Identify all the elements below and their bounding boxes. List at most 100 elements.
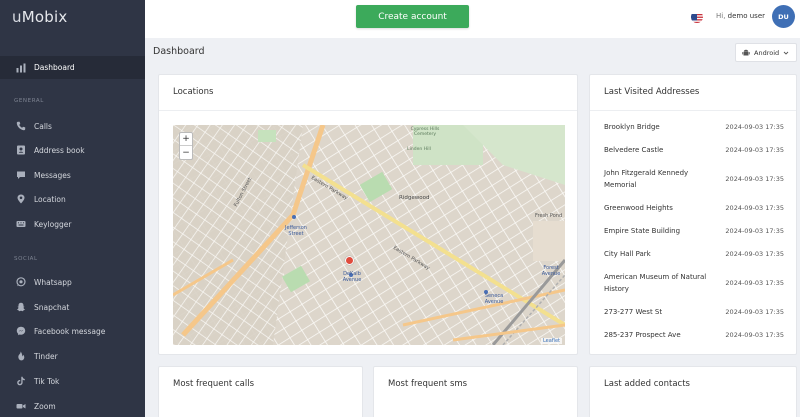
map-label-ridgewood: Ridgewood (399, 195, 430, 201)
map-attribution-link[interactable]: Leaflet (540, 338, 562, 344)
android-icon (742, 49, 750, 57)
sidebar-item-dashboard[interactable]: Dashboard (0, 56, 145, 79)
map-label-jefferson: Jefferson Street (285, 225, 307, 237)
address-name: Greenwood Heights (604, 204, 673, 212)
frequent-calls-card: Most frequent calls (158, 366, 363, 417)
map-label-dekalb: DeKalb Avenue (342, 271, 362, 283)
address-time: 2024-09-03 17:35 (725, 227, 784, 235)
page-title: Dashboard (153, 46, 205, 57)
whatsapp-icon (16, 277, 26, 287)
frequent-sms-card: Most frequent sms (373, 366, 578, 417)
create-account-button[interactable]: Create account (356, 5, 469, 28)
list-item: City Hall Park 2024-09-03 17:35 (604, 249, 784, 261)
sidebar-section-general: GENERAL (14, 98, 44, 104)
list-item: American Museum of Natural History 2024-… (604, 272, 784, 295)
map-label-cemetery: Cypress Hills Cemetery (410, 127, 440, 137)
zoom-icon (16, 401, 26, 411)
phone-icon (16, 121, 26, 131)
tinder-icon (16, 351, 26, 361)
message-icon (16, 170, 26, 180)
zoom-out-button[interactable]: − (180, 146, 192, 159)
device-select-value: Android (754, 48, 780, 57)
sidebar-item-location[interactable]: Location (0, 189, 145, 209)
card-divider (590, 110, 796, 111)
sidebar-item-whatsapp[interactable]: Whatsapp (0, 272, 145, 292)
app-logo[interactable]: uMobix (0, 0, 145, 36)
user-greeting: Hi, demo user (716, 12, 765, 20)
map-zoom-control: + − (179, 132, 193, 160)
greeting-hi: Hi, (716, 12, 726, 20)
contact-book-icon (16, 145, 26, 155)
address-time: 2024-09-03 17:35 (725, 279, 784, 287)
sidebar-section-social: SOCIAL (14, 256, 38, 262)
device-select[interactable]: Android (735, 43, 797, 62)
last-contacts-title: Last added contacts (604, 379, 690, 389)
sidebar-item-label: Tinder (34, 351, 58, 361)
address-name: Belvedere Castle (604, 146, 664, 154)
list-item: 285-237 Prospect Ave 2024-09-03 17:35 (604, 330, 784, 342)
logo-prefix: u (12, 8, 22, 26)
sidebar-item-label: Address book (34, 145, 85, 155)
address-time: 2024-09-03 17:35 (725, 250, 784, 258)
frequent-calls-title: Most frequent calls (173, 379, 254, 389)
sidebar-item-label: Calls (34, 121, 52, 131)
sidebar-item-address-book[interactable]: Address book (0, 140, 145, 160)
sidebar-item-tiktok[interactable]: Tik Tok (0, 371, 145, 391)
map-label-linden: Linden Hill (407, 147, 431, 152)
sidebar-item-facebook-message[interactable]: Facebook message (0, 321, 145, 341)
user-name: demo user (727, 12, 766, 20)
avatar[interactable]: DU (772, 5, 795, 28)
keyboard-icon (16, 219, 26, 229)
address-name: City Hall Park (604, 250, 651, 258)
address-time: 2024-09-03 17:35 (725, 123, 784, 131)
last-visited-title: Last Visited Addresses (604, 87, 700, 97)
location-pin-icon (16, 194, 26, 204)
top-bar: Create account Hi, demo user DU (145, 0, 800, 38)
map-label-forest: Forest Avenue (541, 265, 561, 277)
address-time: 2024-09-03 17:35 (725, 308, 784, 316)
address-time: 2024-09-03 17:35 (725, 175, 784, 183)
address-name: 285-237 Prospect Ave (604, 331, 681, 339)
snapchat-icon (16, 302, 26, 312)
last-visited-card: Last Visited Addresses Brooklyn Bridge 2… (589, 74, 797, 355)
address-name: 273-277 West St (604, 308, 663, 316)
locations-title: Locations (173, 87, 214, 97)
list-item: Greenwood Heights 2024-09-03 17:35 (604, 203, 784, 215)
sidebar-item-label: Facebook message (34, 326, 106, 336)
sidebar-item-label: Keylogger (34, 219, 72, 229)
locations-card: Locations Fulton Street Eastern Parkway … (158, 74, 578, 355)
map-label-seneca: Seneca Avenue (484, 293, 504, 305)
tiktok-icon (16, 376, 26, 386)
map-marker-icon[interactable] (345, 256, 354, 265)
sidebar: uMobix Dashboard GENERAL Calls Address b… (0, 0, 145, 417)
address-time: 2024-09-03 17:35 (725, 331, 784, 339)
list-item: Empire State Building 2024-09-03 17:35 (604, 226, 784, 238)
list-item: John Fitzgerald Kennedy Memorial 2024-09… (604, 168, 784, 191)
us-flag-icon[interactable] (691, 11, 703, 23)
sidebar-item-label: Zoom (34, 401, 56, 411)
list-item: Brooklyn Bridge 2024-09-03 17:35 (604, 122, 784, 134)
sidebar-item-keylogger[interactable]: Keylogger (0, 214, 145, 234)
address-time: 2024-09-03 17:35 (725, 146, 784, 154)
address-name: American Museum of Natural History (604, 273, 707, 293)
list-item: 273-277 West St 2024-09-03 17:35 (604, 307, 784, 319)
sidebar-item-zoom[interactable]: Zoom (0, 396, 145, 416)
sidebar-item-calls[interactable]: Calls (0, 116, 145, 136)
address-name: Brooklyn Bridge (604, 123, 660, 131)
card-divider (159, 110, 577, 111)
sidebar-item-label: Dashboard (34, 63, 75, 72)
map-tiles (173, 125, 565, 345)
sidebar-item-label: Snapchat (34, 302, 70, 312)
sidebar-item-snapchat[interactable]: Snapchat (0, 297, 145, 317)
dashboard-icon (16, 63, 26, 73)
map-label-fresh-pond: Fresh Pond (535, 213, 563, 219)
sidebar-item-tinder[interactable]: Tinder (0, 346, 145, 366)
zoom-in-button[interactable]: + (180, 133, 192, 146)
address-name: Empire State Building (604, 227, 681, 235)
sidebar-item-label: Tik Tok (34, 376, 60, 386)
sidebar-item-messages[interactable]: Messages (0, 165, 145, 185)
messenger-icon (16, 326, 26, 336)
logo-name: Mobix (21, 8, 68, 26)
address-time: 2024-09-03 17:35 (725, 204, 784, 212)
locations-map[interactable]: Fulton Street Eastern Parkway Eastern Pa… (173, 125, 565, 345)
